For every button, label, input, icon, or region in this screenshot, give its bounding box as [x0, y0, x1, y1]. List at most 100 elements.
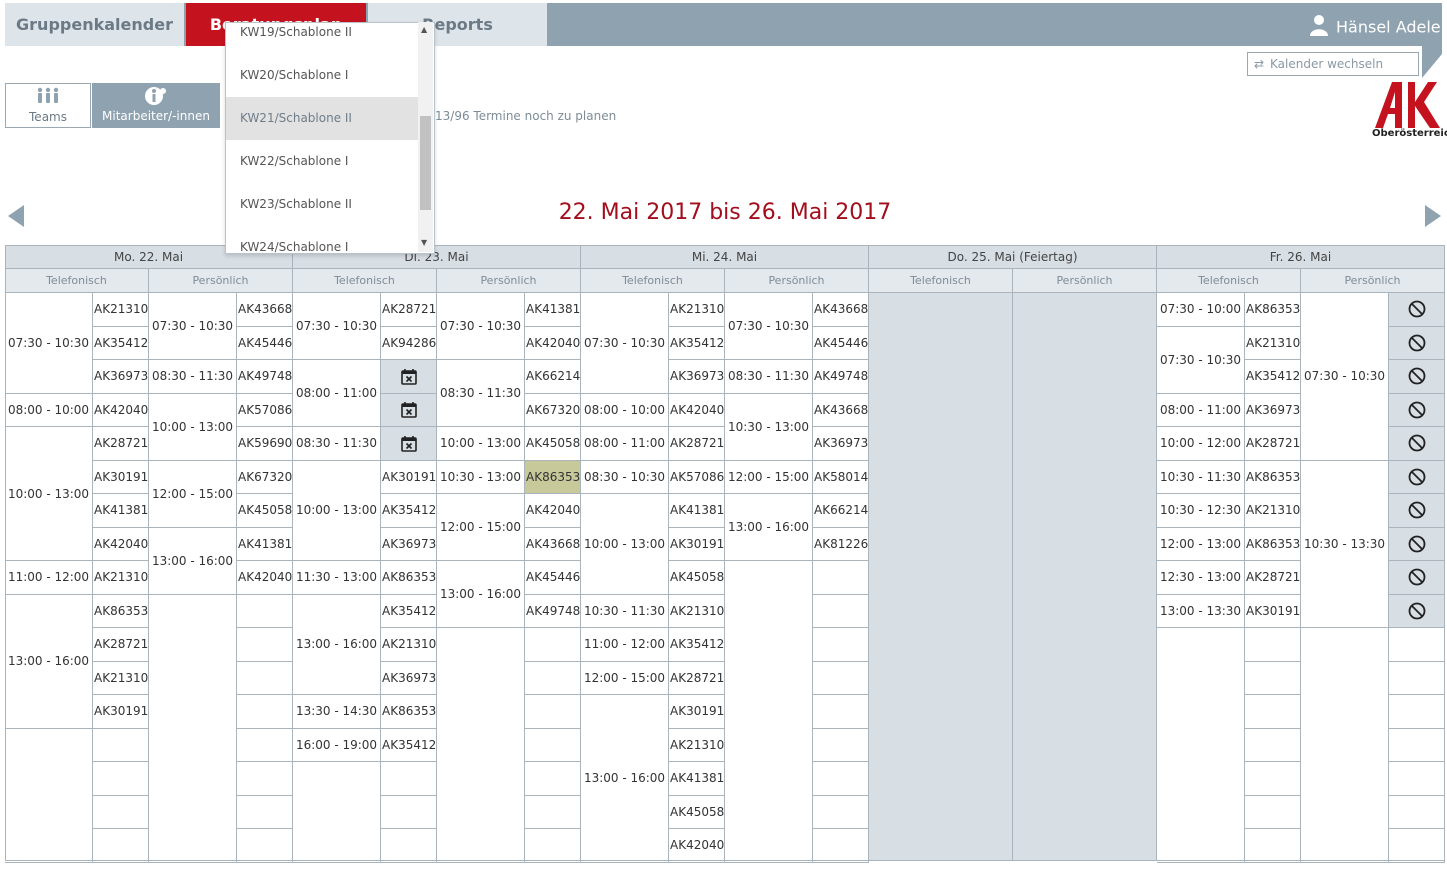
timeslot-cell[interactable]: 10:00 - 13:00: [437, 427, 525, 461]
timeslot-cell[interactable]: 08:00 - 10:00: [581, 393, 669, 427]
dropdown-option[interactable]: KW22/Schablone I: [226, 140, 420, 183]
timeslot-cell[interactable]: 08:30 - 11:30: [149, 360, 237, 394]
empty-slot[interactable]: [813, 661, 869, 695]
empty-slot[interactable]: [237, 628, 293, 662]
timeslot-cell[interactable]: 13:00 - 13:30: [1157, 594, 1245, 628]
timeslot-cell[interactable]: 12:00 - 15:00: [149, 460, 237, 528]
tab-gruppenkalender[interactable]: Gruppenkalender: [5, 3, 184, 46]
timeslot-cell[interactable]: 10:00 - 13:00: [149, 393, 237, 461]
empty-slot[interactable]: [237, 661, 293, 695]
empty-slot[interactable]: [93, 762, 149, 796]
empty-slot[interactable]: [813, 594, 869, 628]
timeslot-cell[interactable]: 10:30 - 13:00: [437, 460, 525, 494]
appointment-code[interactable]: AK662147: [813, 494, 869, 528]
appointment-code[interactable]: AK863530: [381, 695, 437, 729]
timeslot-cell[interactable]: [293, 762, 381, 863]
appointment-code[interactable]: AK863530: [93, 594, 149, 628]
timeslot-cell[interactable]: 10:30 - 11:30: [1157, 460, 1245, 494]
blocked-icon[interactable]: [1389, 427, 1445, 461]
empty-slot[interactable]: [237, 762, 293, 796]
timeslot-cell[interactable]: 08:30 - 11:30: [293, 427, 381, 461]
appointment-code[interactable]: AK450580: [669, 561, 725, 595]
timeslot-cell[interactable]: 12:30 - 13:00: [1157, 561, 1245, 595]
appointment-code-highlighted[interactable]: AK863530: [525, 460, 581, 494]
timeslot-cell[interactable]: 10:30 - 11:30: [581, 594, 669, 628]
timeslot-cell[interactable]: [437, 628, 525, 863]
timeslot-cell[interactable]: 08:30 - 11:30: [437, 360, 525, 427]
empty-slot[interactable]: [1389, 628, 1445, 662]
next-week-arrow-icon[interactable]: [1425, 205, 1441, 227]
appointment-code[interactable]: AK436680: [525, 527, 581, 561]
timeslot-cell[interactable]: 12:00 - 15:00: [437, 494, 525, 561]
empty-slot[interactable]: [1245, 661, 1301, 695]
timeslot-cell[interactable]: 07:30 - 10:30: [293, 293, 381, 360]
empty-slot[interactable]: [93, 795, 149, 829]
timeslot-cell[interactable]: 07:30 - 10:00: [1157, 293, 1245, 327]
appointment-code[interactable]: AK287219: [1245, 561, 1301, 595]
appointment-code[interactable]: AK413812: [237, 527, 293, 561]
timeslot-cell[interactable]: 11:30 - 13:00: [293, 561, 381, 595]
timeslot-cell[interactable]: 07:30 - 10:30: [581, 293, 669, 394]
appointment-code[interactable]: AK863530: [381, 561, 437, 595]
appointment-code[interactable]: AK413812: [525, 293, 581, 327]
timeslot-cell[interactable]: 07:30 - 10:30: [437, 293, 525, 360]
appointment-code[interactable]: AK354127: [381, 728, 437, 762]
appointment-code[interactable]: AK413812: [93, 494, 149, 528]
appointment-code[interactable]: AK213106: [93, 293, 149, 327]
appointment-code[interactable]: AK301912: [669, 527, 725, 561]
dropdown-option[interactable]: KW19/Schablone II: [226, 23, 420, 54]
timeslot-cell[interactable]: 10:30 - 13:00: [725, 393, 813, 461]
timeslot-cell[interactable]: 07:30 - 10:30: [149, 293, 237, 360]
empty-slot[interactable]: [525, 695, 581, 729]
appointment-code[interactable]: AK213106: [93, 561, 149, 595]
timeslot-cell[interactable]: 07:30 - 10:30: [1301, 293, 1389, 461]
timeslot-cell[interactable]: 07:30 - 10:30: [1157, 326, 1245, 394]
appointment-code[interactable]: AK213106: [669, 293, 725, 327]
empty-slot[interactable]: [237, 829, 293, 863]
appointment-code[interactable]: AK436680: [813, 293, 869, 327]
timeslot-cell[interactable]: 08:00 - 11:00: [581, 427, 669, 461]
appointment-code[interactable]: AK673200: [237, 460, 293, 494]
appointment-code[interactable]: AK942860: [381, 326, 437, 360]
appointment-code[interactable]: AK420400: [669, 393, 725, 427]
blocked-icon[interactable]: [1389, 494, 1445, 528]
appointment-code[interactable]: AK369735: [813, 427, 869, 461]
appointment-code[interactable]: AK570860: [237, 393, 293, 427]
appointment-code[interactable]: AK420400: [525, 326, 581, 360]
appointment-code[interactable]: AK287219: [381, 293, 437, 327]
appointment-code[interactable]: AK354127: [93, 326, 149, 360]
appointment-code[interactable]: AK413812: [669, 762, 725, 796]
appointment-code[interactable]: AK454460: [237, 326, 293, 360]
appointment-code[interactable]: AK420400: [525, 494, 581, 528]
empty-slot[interactable]: [1245, 628, 1301, 662]
timeslot-cell[interactable]: 13:30 - 14:30: [293, 695, 381, 729]
appointment-code[interactable]: AK213106: [381, 628, 437, 662]
appointment-code[interactable]: AK213106: [1245, 326, 1301, 360]
dropdown-scrollbar-thumb[interactable]: [420, 116, 431, 210]
appointment-code[interactable]: AK301912: [93, 695, 149, 729]
blocked-icon[interactable]: [1389, 527, 1445, 561]
appointment-code[interactable]: AK301912: [93, 460, 149, 494]
appointment-code[interactable]: AK369735: [669, 360, 725, 394]
dropdown-option-selected[interactable]: KW21/Schablone II: [226, 97, 420, 140]
teams-toggle-button[interactable]: Teams: [5, 83, 91, 128]
empty-slot[interactable]: [1389, 829, 1445, 863]
appointment-code[interactable]: AK812268: [813, 527, 869, 561]
scroll-up-icon[interactable]: ▲: [421, 25, 427, 34]
appointment-code[interactable]: AK497480: [813, 360, 869, 394]
appointment-code[interactable]: AK580147: [813, 460, 869, 494]
empty-slot[interactable]: [1245, 829, 1301, 863]
timeslot-cell[interactable]: 11:00 - 12:00: [5, 561, 93, 595]
timeslot-cell[interactable]: 08:00 - 10:00: [5, 393, 93, 427]
empty-slot[interactable]: [525, 661, 581, 695]
empty-slot[interactable]: [525, 762, 581, 796]
appointment-code[interactable]: AK454460: [525, 561, 581, 595]
appointment-code[interactable]: AK354127: [669, 326, 725, 360]
empty-slot[interactable]: [93, 728, 149, 762]
appointment-code[interactable]: AK413812: [669, 494, 725, 528]
empty-slot[interactable]: [525, 829, 581, 863]
appointment-code[interactable]: AK450580: [237, 494, 293, 528]
dropdown-option[interactable]: KW20/Schablone I: [226, 54, 420, 97]
empty-slot[interactable]: [237, 695, 293, 729]
appointment-code[interactable]: AK596900: [237, 427, 293, 461]
